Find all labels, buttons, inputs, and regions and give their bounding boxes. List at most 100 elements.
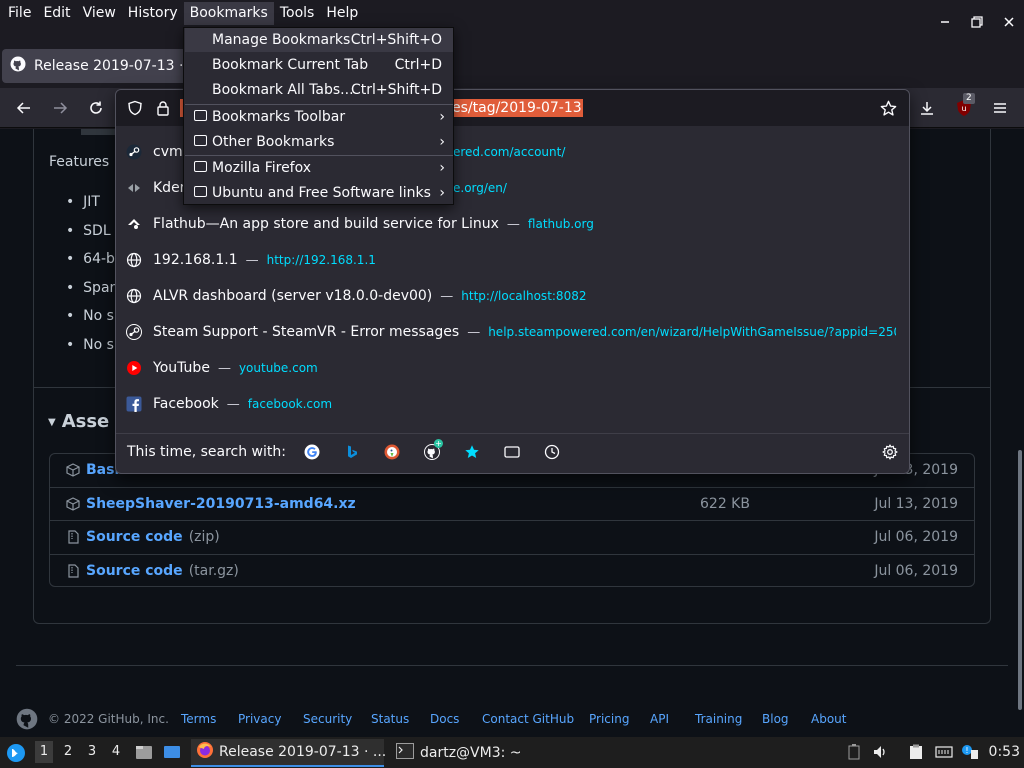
- svg-text:!: !: [965, 746, 968, 755]
- browser-tab[interactable]: Release 2019-07-13 · v: [2, 49, 202, 83]
- bookmarks-menu: Manage Bookmarks Ctrl+Shift+O Bookmark Cu…: [183, 27, 454, 205]
- triangle-down-icon: ▼: [48, 416, 56, 428]
- start-menu-icon[interactable]: [6, 743, 26, 767]
- menu-folder-bookmarks-toolbar[interactable]: Bookmarks Toolbar ›: [185, 105, 453, 129]
- menu-file[interactable]: File: [2, 2, 37, 25]
- release-header-fragment: [81, 129, 115, 135]
- features-heading: Features: [49, 154, 110, 170]
- result-item[interactable]: YouTube — youtube.com: [126, 353, 896, 383]
- menu-bookmarks[interactable]: Bookmarks: [183, 2, 274, 25]
- assets-heading[interactable]: ▼ Asse: [48, 411, 109, 432]
- footer-link-docs[interactable]: Docs: [430, 712, 459, 726]
- menu-folder-other-bookmarks[interactable]: Other Bookmarks ›: [185, 130, 453, 154]
- folder-icon: [194, 110, 207, 121]
- battery-icon[interactable]: [846, 744, 862, 760]
- close-icon[interactable]: [1002, 15, 1016, 29]
- footer-link-blog[interactable]: Blog: [762, 712, 789, 726]
- github-search-icon[interactable]: +: [423, 438, 443, 460]
- asset-row: SheepShaver-20190713-amd64.xz 622 KB Jul…: [50, 487, 974, 521]
- workspace-2[interactable]: 2: [59, 744, 77, 759]
- result-item[interactable]: ALVR dashboard (server v18.0.0-dev00) — ht…: [126, 281, 896, 311]
- bing-icon[interactable]: [344, 444, 360, 460]
- asset-link[interactable]: Source code (zip): [86, 529, 220, 545]
- bookmarks-star-icon[interactable]: [464, 444, 480, 460]
- workspace-1[interactable]: 1: [35, 741, 53, 763]
- terminal-icon: [396, 743, 414, 763]
- duckduckgo-icon[interactable]: [384, 444, 400, 460]
- page-footer: © 2022 GitHub, Inc. Terms Privacy Securi…: [0, 706, 1024, 732]
- result-url-fragment: e.org/en/: [453, 181, 507, 195]
- search-settings-gear-icon[interactable]: [882, 444, 898, 464]
- steam-icon: [126, 324, 142, 340]
- menu-item-bookmark-all-tabs[interactable]: Bookmark All Tabs... Ctrl+Shift+D: [185, 78, 453, 102]
- result-item[interactable]: 192.168.1.1— http://192.168.1.1: [126, 245, 896, 275]
- folder-icon: [194, 161, 207, 172]
- tabs-icon[interactable]: [504, 444, 520, 460]
- menu-history[interactable]: History: [122, 2, 184, 25]
- package-icon: [66, 463, 80, 477]
- footer-link-security[interactable]: Security: [303, 712, 352, 726]
- menu-tools[interactable]: Tools: [274, 2, 321, 25]
- file-manager-icon[interactable]: [135, 743, 153, 765]
- google-icon[interactable]: [304, 444, 320, 460]
- footer-link-pricing[interactable]: Pricing: [589, 712, 629, 726]
- task-firefox[interactable]: Release 2019-07-13 · ...: [191, 739, 386, 767]
- menu-item-manage-bookmarks[interactable]: Manage Bookmarks Ctrl+Shift+O: [185, 28, 453, 52]
- result-item[interactable]: Steam Support - SteamVR - Error messages…: [126, 317, 896, 347]
- footer-link-contact[interactable]: Contact GitHub: [482, 712, 574, 726]
- workspace-4[interactable]: 4: [107, 744, 125, 759]
- workspace-3[interactable]: 3: [83, 744, 101, 759]
- result-item[interactable]: Flathub—An app store and build service f…: [126, 209, 896, 239]
- footer-link-about[interactable]: About: [811, 712, 846, 726]
- ublock-icon[interactable]: u 2: [952, 93, 976, 120]
- url-text-selected[interactable]: es/tag/2019-07-13: [451, 99, 583, 117]
- clock[interactable]: 0:53: [989, 744, 1020, 760]
- menu-folder-ubuntu-links[interactable]: Ubuntu and Free Software links ›: [185, 181, 453, 205]
- hamburger-menu-icon[interactable]: [988, 96, 1012, 120]
- menu-edit[interactable]: Edit: [37, 2, 76, 25]
- lock-icon[interactable]: [155, 100, 171, 120]
- menu-help[interactable]: Help: [320, 2, 364, 25]
- ublock-badge: 2: [963, 93, 975, 104]
- tracking-protection-icon[interactable]: [127, 100, 143, 120]
- network-icon[interactable]: [935, 744, 953, 760]
- footer-link-privacy[interactable]: Privacy: [238, 712, 281, 726]
- asset-size: 622 KB: [700, 496, 750, 512]
- feature-bullet: • 64-b: [66, 251, 115, 267]
- asset-link[interactable]: SheepShaver-20190713-amd64.xz: [86, 496, 356, 512]
- folder-icon: [194, 186, 207, 197]
- feature-bullet: • No s: [66, 337, 114, 353]
- asset-link[interactable]: Source code (tar.gz): [86, 563, 239, 579]
- downloads-icon[interactable]: [915, 96, 939, 120]
- footer-link-status[interactable]: Status: [371, 712, 409, 726]
- footer-link-api[interactable]: API: [650, 712, 669, 726]
- facebook-icon: [126, 396, 142, 412]
- restore-icon[interactable]: [970, 15, 984, 29]
- page-scrollbar[interactable]: [1018, 450, 1022, 710]
- menu-folder-mozilla-firefox[interactable]: Mozilla Firefox ›: [185, 156, 453, 180]
- menu-bar: File Edit View History Bookmarks Tools H…: [0, 0, 1024, 27]
- notifications-icon[interactable]: !: [961, 744, 978, 760]
- minimize-icon[interactable]: [938, 15, 952, 29]
- feature-bullet: • Spar: [66, 280, 116, 296]
- task-terminal[interactable]: dartz@VM3: ~: [393, 739, 522, 767]
- forward-icon[interactable]: [48, 96, 72, 120]
- svg-text:u: u: [961, 104, 966, 113]
- history-clock-icon[interactable]: [544, 444, 560, 460]
- reload-icon[interactable]: [84, 96, 108, 120]
- chevron-right-icon: ›: [439, 185, 445, 201]
- footer-link-training[interactable]: Training: [695, 712, 742, 726]
- menu-view[interactable]: View: [77, 2, 122, 25]
- search-with-label: This time, search with:: [127, 443, 286, 460]
- add-engine-badge-icon: +: [433, 438, 443, 448]
- show-desktop-icon[interactable]: [163, 743, 181, 765]
- result-item[interactable]: Facebook — facebook.com: [126, 389, 896, 419]
- clipboard-icon[interactable]: [908, 744, 924, 760]
- footer-link-terms[interactable]: Terms: [181, 712, 216, 726]
- back-icon[interactable]: [12, 96, 36, 120]
- menu-item-bookmark-current-tab[interactable]: Bookmark Current Tab Ctrl+D: [185, 53, 453, 77]
- star-bookmark-icon[interactable]: [880, 100, 897, 121]
- one-off-search-bar: This time, search with: +: [116, 433, 909, 469]
- chevron-right-icon: ›: [439, 109, 445, 125]
- volume-icon[interactable]: [872, 744, 888, 760]
